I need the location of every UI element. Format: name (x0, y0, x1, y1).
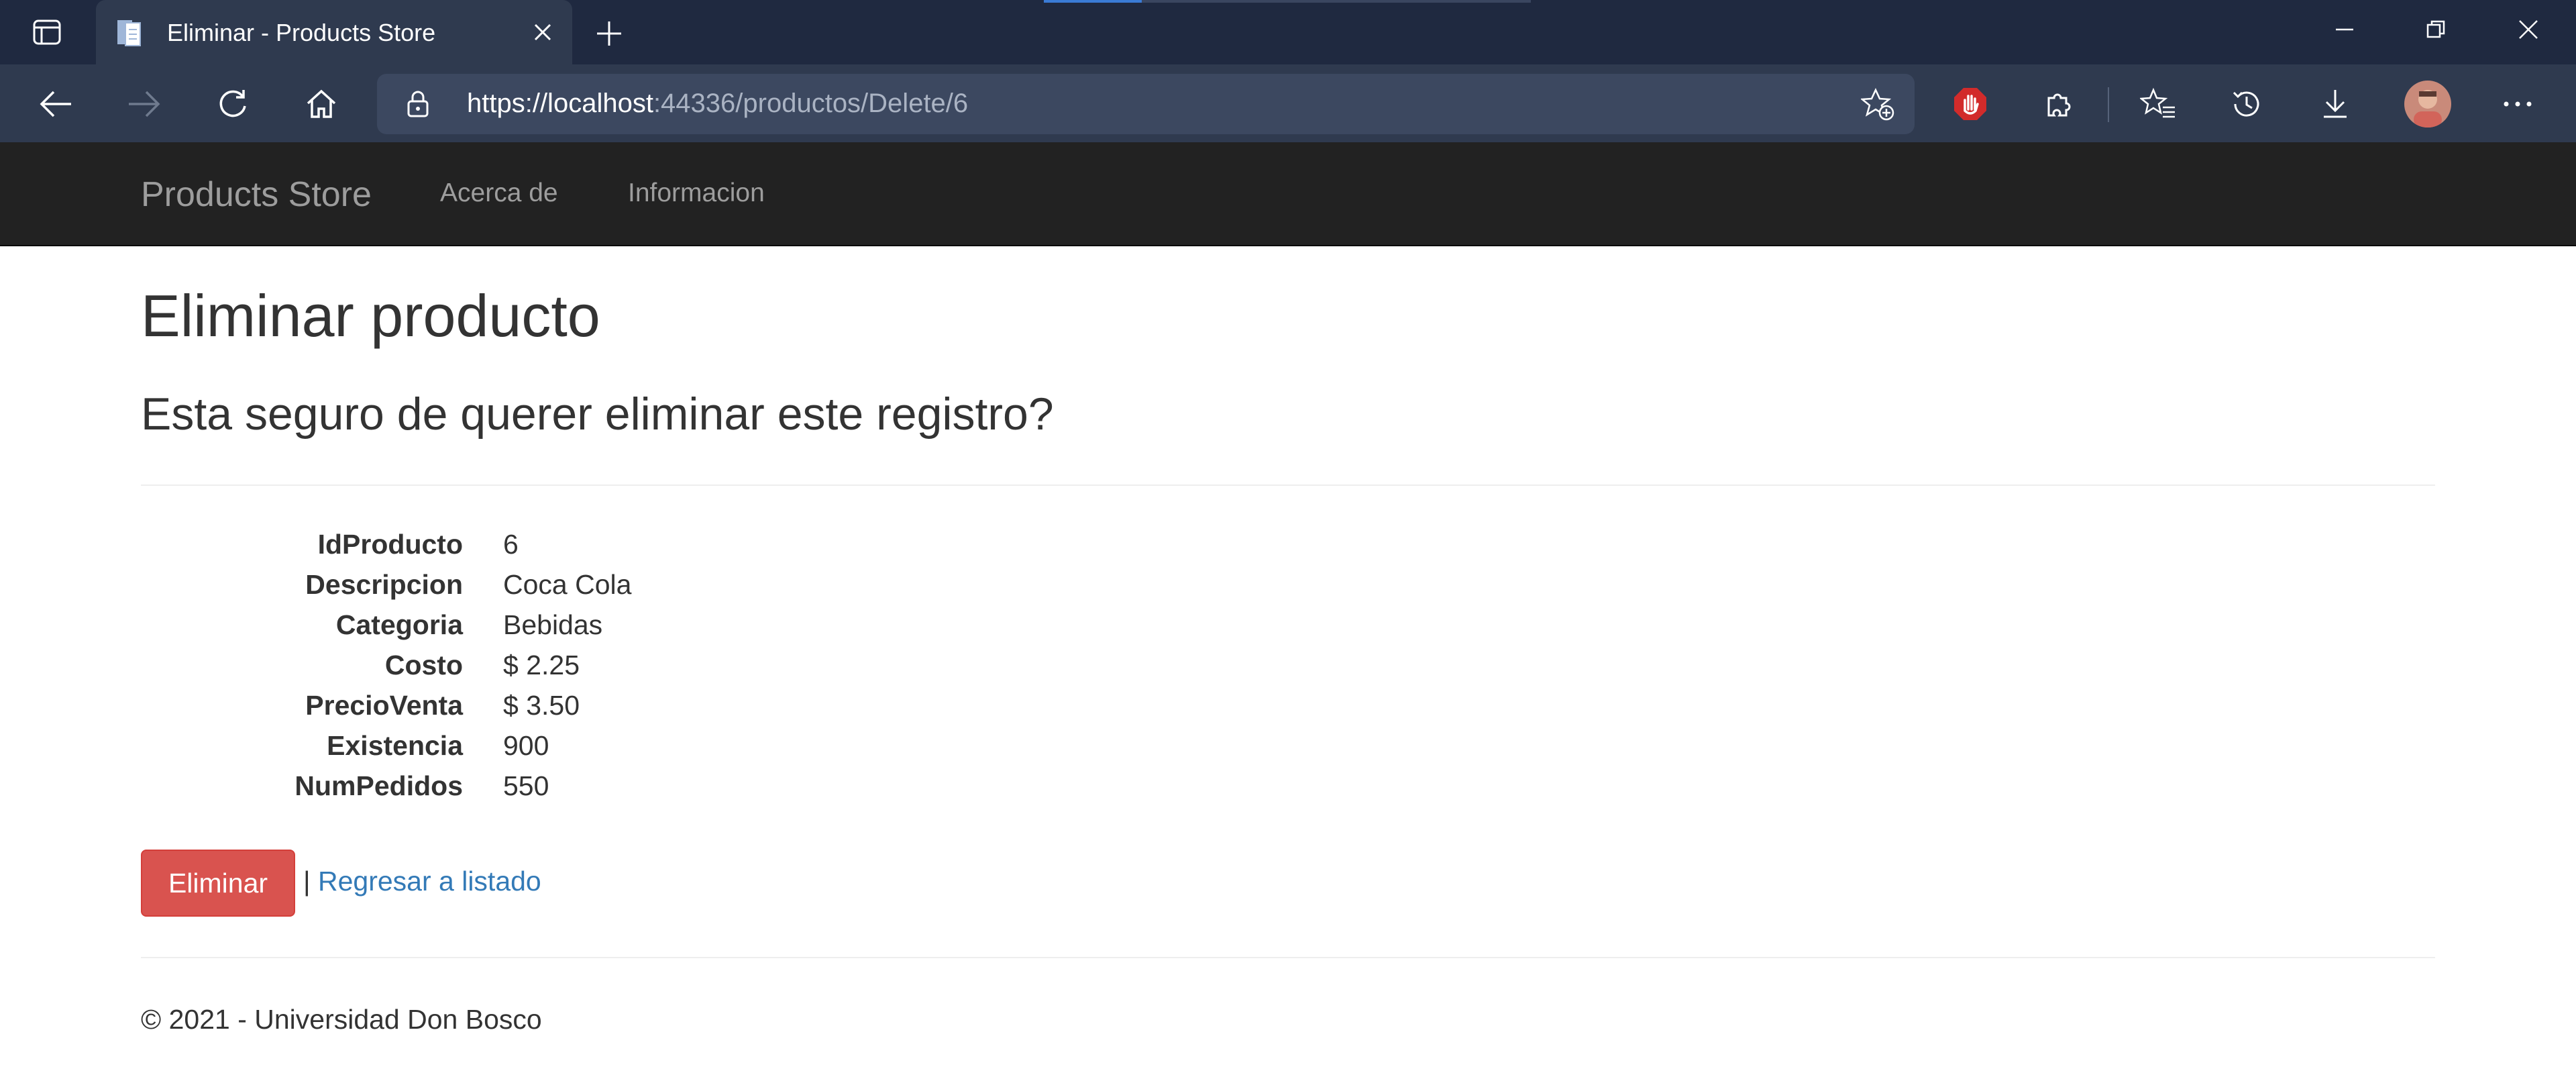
toolbar-divider (2108, 87, 2109, 122)
favorites-icon[interactable] (2133, 79, 2183, 129)
site-navbar: Products Store Acerca de Informacion (0, 142, 2576, 246)
add-favorite-icon[interactable] (1861, 87, 1896, 122)
browser-chrome: Eliminar - Products Store https://localh… (0, 0, 2576, 142)
downloads-icon[interactable] (2310, 79, 2360, 129)
url-path: :44336/productos/Delete/6 (653, 89, 969, 118)
url-host: https://localhost (467, 89, 653, 118)
confirm-question: Esta seguro de querer eliminar este regi… (141, 389, 1054, 440)
history-icon[interactable] (2222, 79, 2271, 129)
footer-text: © 2021 - Universidad Don Bosco (141, 1004, 542, 1035)
address-bar[interactable]: https://localhost:44336/productos/Delete… (377, 74, 1915, 134)
divider (141, 484, 2435, 486)
restore-icon[interactable] (2406, 9, 2466, 50)
tab-actions-icon[interactable] (27, 16, 67, 48)
value-precioventa: $ 3.50 (503, 690, 580, 721)
label-idproducto: IdProducto (317, 529, 463, 560)
page-title: Eliminar producto (141, 283, 600, 349)
more-menu-icon[interactable] (2493, 79, 2542, 129)
new-tab-icon[interactable] (590, 15, 628, 52)
brand-link[interactable]: Products Store (141, 174, 372, 215)
label-precioventa: PrecioVenta (305, 690, 463, 721)
extensions-icon[interactable] (2034, 79, 2084, 129)
label-descripcion: Descripcion (305, 569, 463, 600)
value-descripcion: Coca Cola (503, 569, 632, 600)
value-categoria: Bebidas (503, 609, 603, 640)
value-costo: $ 2.25 (503, 650, 580, 680)
label-numpedidos: NumPedidos (294, 770, 463, 801)
loading-track (1142, 0, 1531, 3)
refresh-icon[interactable] (209, 81, 256, 128)
adblock-extension-icon[interactable] (1945, 79, 1995, 129)
label-categoria: Categoria (335, 609, 463, 640)
url-text[interactable]: https://localhost:44336/productos/Delete… (467, 89, 968, 119)
tab-bar: Eliminar - Products Store (0, 0, 2576, 64)
value-existencia: 900 (503, 730, 549, 761)
delete-button[interactable]: Eliminar (141, 850, 295, 917)
action-separator: | (303, 866, 311, 897)
forward-icon (121, 81, 168, 128)
value-idproducto: 6 (503, 529, 519, 560)
nav-link-acerca[interactable]: Acerca de (440, 178, 558, 208)
minimize-icon[interactable] (2314, 9, 2375, 50)
nav-link-informacion[interactable]: Informacion (628, 178, 765, 208)
page-favicon-icon (115, 17, 146, 48)
tab-title: Eliminar - Products Store (167, 19, 436, 46)
value-numpedidos: 550 (503, 770, 549, 801)
lock-icon[interactable] (402, 89, 433, 119)
close-tab-icon[interactable] (527, 16, 559, 48)
home-icon[interactable] (298, 81, 345, 128)
active-tab[interactable]: Eliminar - Products Store (96, 0, 572, 64)
label-existencia: Existencia (327, 730, 463, 761)
label-costo: Costo (384, 650, 463, 680)
loading-indicator (1044, 0, 1142, 3)
footer-divider (141, 957, 2435, 958)
profile-avatar[interactable] (2404, 81, 2451, 128)
close-window-icon[interactable] (2498, 9, 2559, 50)
back-icon[interactable] (32, 81, 79, 128)
back-to-list-link[interactable]: Regresar a listado (318, 866, 541, 897)
